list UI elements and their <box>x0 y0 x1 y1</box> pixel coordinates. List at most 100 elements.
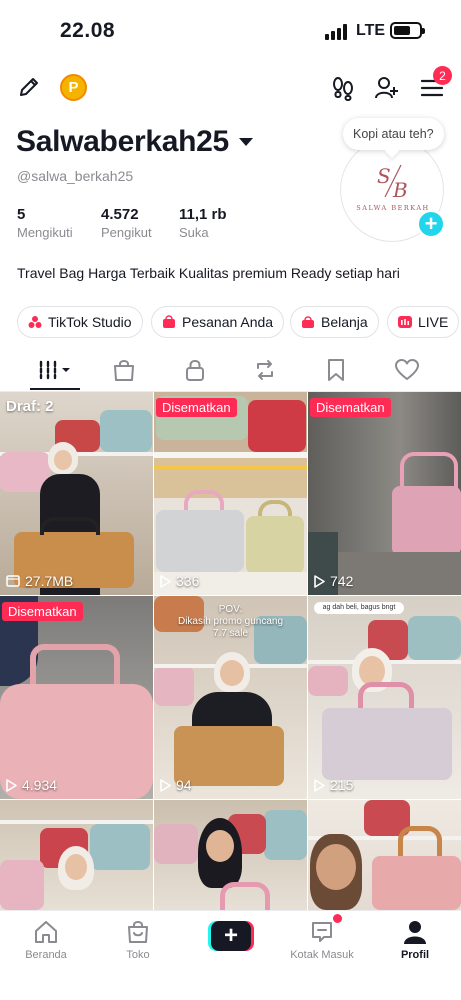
chip-live[interactable]: LIVE <box>387 306 460 338</box>
comment-sticker: ag dah beli, bagus bngt <box>314 602 404 615</box>
view-count-value: 4.934 <box>22 777 58 793</box>
note-bubble[interactable]: Kopi atau teh? <box>343 118 444 150</box>
stat-value: 4.572 <box>101 206 139 223</box>
chip-label: Pesanan Anda <box>182 314 274 330</box>
view-count: 4.934 <box>6 777 57 793</box>
tab-shop[interactable] <box>107 356 141 384</box>
nav-profile[interactable]: Profil <box>380 919 450 961</box>
view-count: 215 <box>314 777 353 793</box>
svg-text:B: B <box>392 178 408 201</box>
play-icon <box>314 574 325 588</box>
video-thumbnail[interactable] <box>154 800 307 910</box>
inbox-icon <box>312 922 332 942</box>
tab-reposts[interactable] <box>248 356 282 384</box>
play-icon <box>160 778 171 792</box>
shop-icon <box>128 921 148 943</box>
view-count-value: 215 <box>330 777 354 793</box>
stat-likes[interactable]: 11,1 rb Suka <box>179 206 227 240</box>
nav-label: Beranda <box>25 949 67 961</box>
stat-label: Pengikut <box>101 225 152 240</box>
bookmark-icon <box>328 359 344 381</box>
active-tab-indicator <box>30 388 80 390</box>
video-thumbnail[interactable]: Draf: 2 27.7MB <box>0 392 153 595</box>
status-bar: 22.08 LTE <box>0 0 461 62</box>
content-tabs <box>0 350 461 392</box>
video-thumbnail[interactable]: Disematkan 742 <box>308 392 461 595</box>
studio-icon <box>28 316 42 328</box>
signal-icon <box>325 24 347 40</box>
repost-icon <box>257 360 273 380</box>
home-icon <box>35 921 57 943</box>
video-thumbnail[interactable] <box>0 800 153 910</box>
add-avatar-button[interactable]: + <box>417 210 445 238</box>
view-count-value: 742 <box>330 573 354 589</box>
lock-icon <box>186 359 204 381</box>
chip-label: LIVE <box>418 314 449 330</box>
footprints-icon[interactable] <box>329 74 357 102</box>
plus-icon: + <box>211 921 251 951</box>
profile-icon <box>404 921 426 944</box>
bottom-nav: Beranda Toko + Kotak Masuk Profil <box>0 910 461 1000</box>
stat-value: 11,1 rb <box>179 206 227 223</box>
bag-icon <box>302 316 314 328</box>
tab-favorites[interactable] <box>319 356 353 384</box>
tab-videos[interactable] <box>36 356 76 384</box>
add-user-icon[interactable] <box>373 74 401 102</box>
nav-label: Kotak Masuk <box>290 949 354 961</box>
stat-value: 5 <box>17 206 26 223</box>
pinned-badge: Disematkan <box>310 398 391 417</box>
folder-icon <box>6 575 20 587</box>
stat-following[interactable]: 5 Mengikuti <box>17 206 73 240</box>
chip-orders[interactable]: Pesanan Anda <box>151 306 285 338</box>
battery-icon <box>390 22 425 39</box>
chip-tiktok-studio[interactable]: TikTok Studio <box>17 306 143 338</box>
tab-liked[interactable] <box>390 356 424 384</box>
video-thumbnail[interactable]: ag dah beli, bagus bngt 215 <box>308 596 461 799</box>
video-grid: Draf: 2 27.7MB Disematkan 336 Disematkan <box>0 392 461 910</box>
video-thumbnail[interactable]: Disematkan 336 <box>154 392 307 595</box>
heart-icon <box>395 359 419 380</box>
network-type: LTE <box>356 22 386 39</box>
coin-icon[interactable]: P <box>60 74 87 101</box>
nav-shop[interactable]: Toko <box>103 919 173 961</box>
svg-text:S: S <box>377 164 391 188</box>
nav-label: Toko <box>126 949 150 961</box>
draft-label: Draf: 2 <box>6 398 54 415</box>
view-count: 336 <box>160 573 199 589</box>
chevron-down-icon <box>238 138 253 146</box>
username-text: Salwaberkah25 <box>16 125 229 158</box>
quick-links: TikTok Studio Pesanan Anda Belanja LIVE <box>17 306 461 338</box>
tab-private[interactable] <box>178 356 212 384</box>
file-size-value: 27.7MB <box>25 573 74 589</box>
play-icon <box>314 778 325 792</box>
stat-label: Suka <box>179 225 209 240</box>
menu-badge: 2 <box>433 66 452 85</box>
profile-bio: Travel Bag Harga Terbaik Kualitas premiu… <box>17 265 400 281</box>
profile-username[interactable]: Salwaberkah25 <box>16 125 253 159</box>
stat-followers[interactable]: 4.572 Pengikut <box>101 206 152 240</box>
orders-icon <box>163 315 175 328</box>
profile-handle: @salwa_berkah25 <box>17 168 134 184</box>
stat-label: Mengikuti <box>17 225 73 240</box>
file-size: 27.7MB <box>6 573 73 589</box>
nav-inbox[interactable]: Kotak Masuk <box>287 919 357 961</box>
status-time: 22.08 <box>60 19 116 42</box>
view-count-value: 336 <box>176 573 200 589</box>
nav-label: Profil <box>400 949 430 961</box>
video-thumbnail[interactable]: POV: Dikasih promo guncang 7.7 sale 94 <box>154 596 307 799</box>
edit-pencil-icon[interactable] <box>16 74 42 100</box>
video-caption-overlay: POV: Dikasih promo guncang 7.7 sale <box>177 604 284 639</box>
video-thumbnail[interactable]: Disematkan 4.934 <box>0 596 153 799</box>
chip-label: Belanja <box>321 314 368 330</box>
view-count: 94 <box>160 777 192 793</box>
top-bar: P <box>0 62 461 112</box>
create-button[interactable]: + <box>208 921 254 951</box>
chip-label: TikTok Studio <box>48 314 132 330</box>
play-icon <box>6 778 17 792</box>
nav-home[interactable]: Beranda <box>11 919 81 961</box>
notification-dot <box>333 914 342 923</box>
chip-shopping[interactable]: Belanja <box>290 306 379 338</box>
grid-icon <box>39 360 70 380</box>
pinned-badge: Disematkan <box>156 398 237 417</box>
video-thumbnail[interactable] <box>308 800 461 910</box>
